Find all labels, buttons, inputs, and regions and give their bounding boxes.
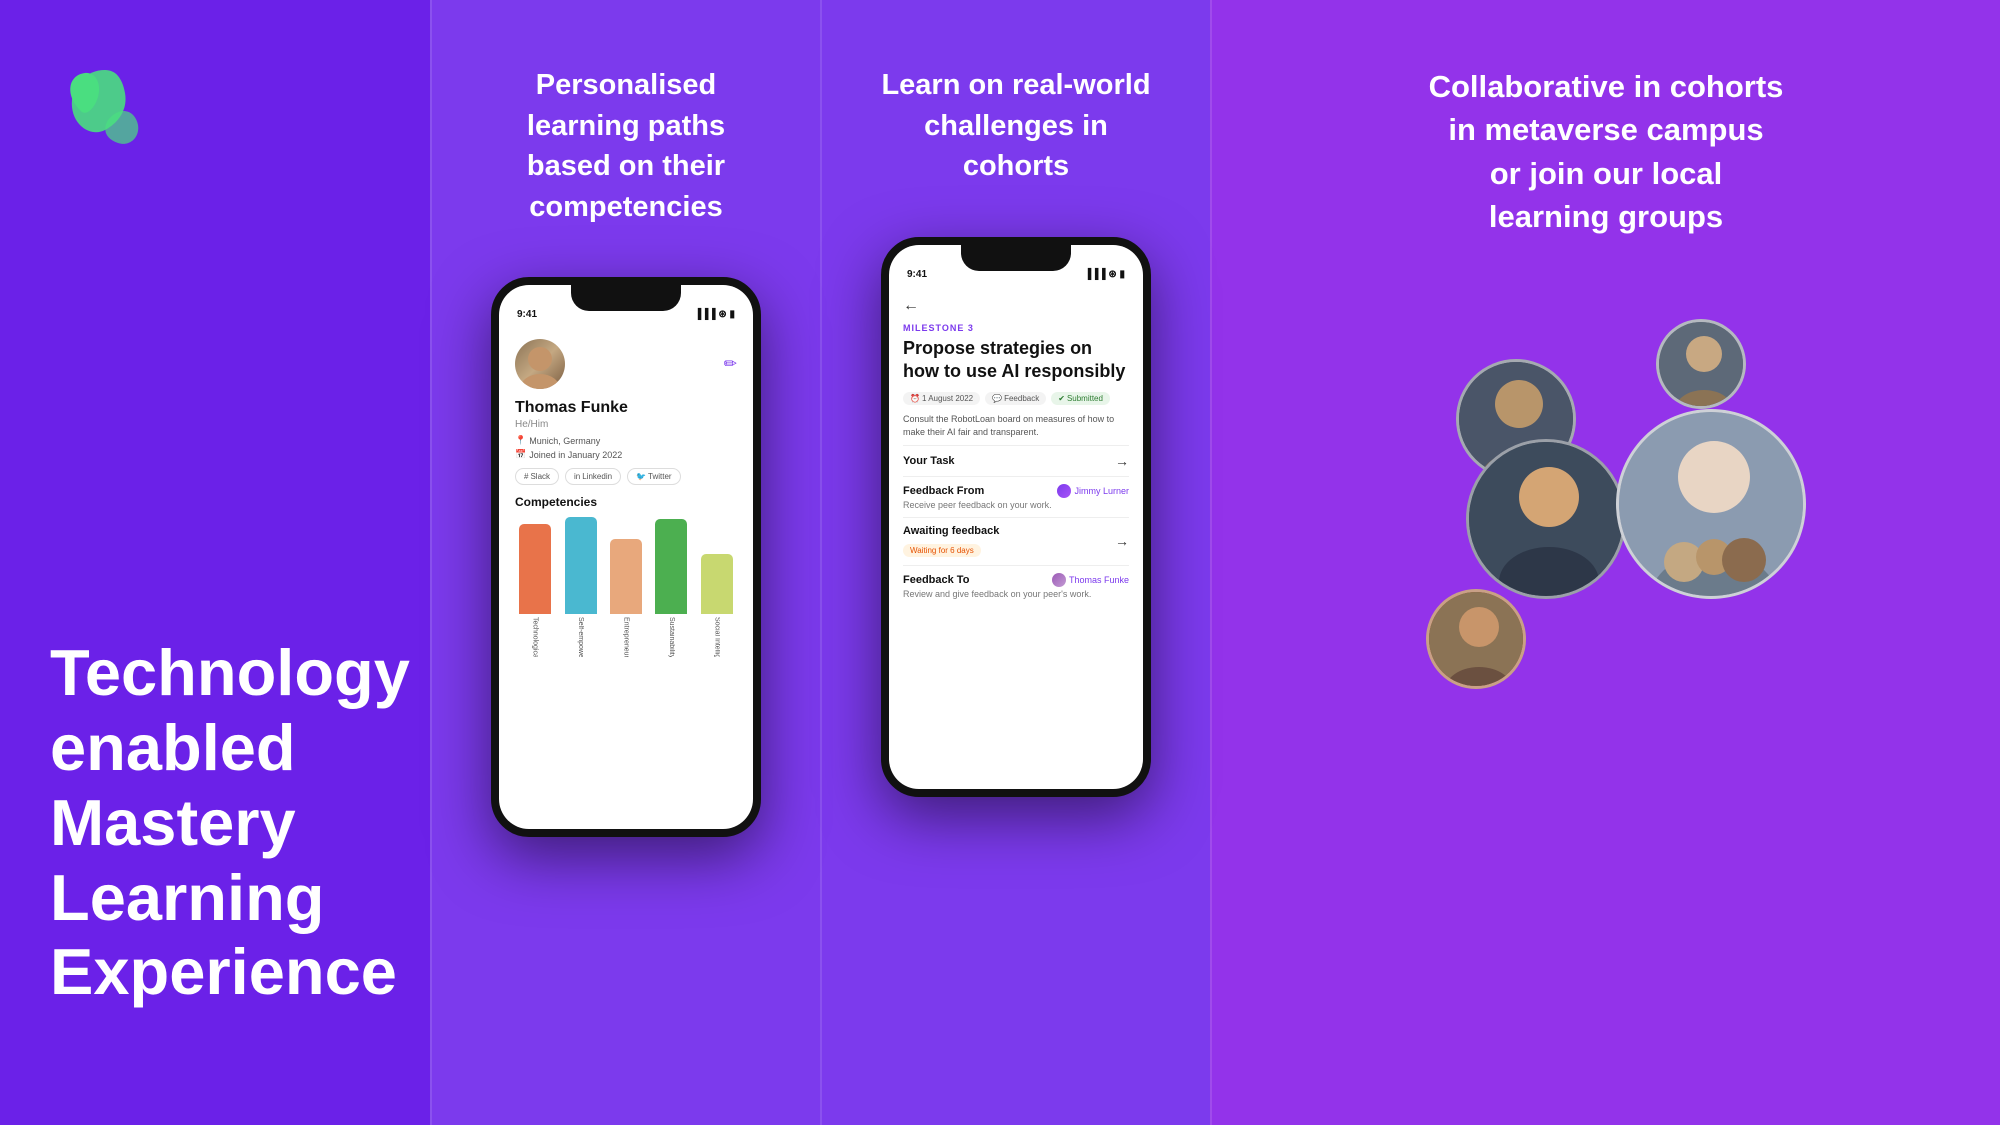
bar-self: Self-empowerment (560, 517, 600, 657)
bar-sustain: Sustainability Thinking (651, 517, 691, 657)
logo-icon (50, 55, 160, 165)
back-arrow[interactable]: ← (903, 297, 1129, 315)
person-avatar-4 (1619, 412, 1806, 599)
calendar-icon: 📅 (515, 449, 526, 460)
phone-notch-1 (571, 285, 681, 311)
competency-bars: Technological Literacy Self-empowerment … (515, 517, 737, 657)
task-label: Your Task (903, 455, 955, 467)
feedback-to-label: Feedback To (903, 574, 969, 586)
meta-feedback: 💬 Feedback (985, 392, 1046, 405)
feedback-from-desc: Receive peer feedback on your work. (903, 500, 1129, 510)
profile-name: Thomas Funke (515, 399, 737, 417)
awaiting-row[interactable]: Awaiting feedback Waiting for 6 days → (903, 517, 1129, 565)
status-icons-2: ▐▐▐ ⊛ ▮ (1084, 269, 1125, 280)
profile-pronoun: He/Him (515, 419, 737, 430)
milestone-label: MILESTONE 3 (903, 323, 1129, 333)
feedback-to-header: Feedback To Thomas Funke (903, 573, 1129, 587)
col3-header-line2: in metaverse campus (1448, 112, 1763, 147)
clock-icon: ⏰ (910, 394, 920, 403)
twitter-icon: 🐦 (636, 472, 646, 481)
hero-title: Technology enabled Mastery Learning Expe… (50, 636, 380, 1070)
status-icons-1: ▐▐▐ ⊛ ▮ (694, 309, 735, 320)
feedback-avatar (1057, 484, 1071, 498)
phone-mockup-1: 9:41 ▐▐▐ ⊛ ▮ ✏ Thomas Funke He/Him (491, 277, 761, 837)
feedback-to-person: Thomas Funke (1052, 573, 1129, 587)
bar-tech: Technological Literacy (515, 517, 555, 657)
avatar-image (515, 339, 565, 389)
col3-header-line1: Collaborative in cohorts (1429, 69, 1784, 104)
challenge-title: Propose strategies on how to use AI resp… (903, 337, 1129, 384)
title-line4: Learning (50, 861, 324, 934)
col3-header-line4: learning groups (1489, 199, 1723, 234)
competencies-section: Competencies Technological Literacy Self… (515, 495, 737, 657)
phone-screen-1: ✏ Thomas Funke He/Him 📍 Munich, Germany … (499, 325, 753, 829)
feedback-from-label: Feedback From (903, 485, 984, 497)
awaiting-info: Awaiting feedback Waiting for 6 days (903, 525, 999, 558)
awaiting-title: Awaiting feedback (903, 525, 999, 537)
feedback-from-section: Feedback From Jimmy Lurner Receive peer … (903, 476, 1129, 517)
col3-header: Collaborative in cohorts in metaverse ca… (1389, 65, 1824, 239)
person-bubble-4 (1616, 409, 1806, 599)
linkedin-badge[interactable]: in Linkedin (565, 468, 621, 485)
people-cluster (1406, 309, 1806, 709)
competencies-title: Competencies (515, 495, 737, 509)
left-panel: Technology enabled Mastery Learning Expe… (0, 0, 430, 1125)
logo (50, 55, 380, 170)
phone-mockup-2: 9:41 ▐▐▐ ⊛ ▮ ← MILESTONE 3 Propose strat… (881, 237, 1151, 797)
task-arrow: → (1115, 453, 1129, 469)
feedback-from-header: Feedback From Jimmy Lurner (903, 484, 1129, 498)
col3-header-line3: or join our local (1490, 156, 1723, 191)
column-3: Collaborative in cohorts in metaverse ca… (1210, 0, 2000, 1125)
slack-icon: # (524, 472, 528, 481)
person-bubble-1 (1656, 319, 1746, 409)
social-links: # Slack in Linkedin 🐦 Twitter (515, 468, 737, 485)
linkedin-icon: in (574, 472, 580, 481)
feedback-to-desc: Review and give feedback on your peer's … (903, 589, 1129, 599)
col2-header: Learn on real-world challenges in cohort… (846, 65, 1186, 187)
profile-header: ✏ (515, 339, 737, 389)
twitter-badge[interactable]: 🐦 Twitter (627, 468, 681, 485)
column-1: Personalised learning paths based on the… (430, 0, 820, 1125)
status-time-2: 9:41 (907, 269, 927, 280)
slack-badge[interactable]: # Slack (515, 468, 559, 485)
phone-notch-2 (961, 245, 1071, 271)
title-line3: Mastery (50, 786, 296, 859)
awaiting-arrow: → (1115, 533, 1129, 549)
phone-screen-2: ← MILESTONE 3 Propose strategies on how … (889, 285, 1143, 789)
meta-submitted: ✔ Submitted (1051, 392, 1110, 405)
feedback-to-section: Feedback To Thomas Funke Review and give… (903, 565, 1129, 606)
person-avatar-5 (1429, 592, 1526, 689)
feedback-to-avatar (1052, 573, 1066, 587)
person-bubble-3 (1466, 439, 1626, 599)
feedback-person: Jimmy Lurner (1057, 484, 1129, 498)
title-line2: enabled (50, 711, 296, 784)
avatar (515, 339, 565, 389)
feedback-to-name: Thomas Funke (1069, 575, 1129, 585)
profile-joined: 📅 Joined in January 2022 (515, 449, 737, 460)
person-avatar-1 (1659, 322, 1746, 409)
challenge-desc: Consult the RobotLoan board on measures … (903, 413, 1129, 439)
waiting-badge: Waiting for 6 days (903, 544, 981, 557)
check-icon: ✔ (1058, 394, 1065, 403)
feedback-person-name: Jimmy Lurner (1074, 486, 1129, 496)
status-time-1: 9:41 (517, 309, 537, 320)
your-task-row[interactable]: Your Task → (903, 445, 1129, 476)
bar-social: Social Intelligence (697, 517, 737, 657)
edit-icon[interactable]: ✏ (724, 354, 737, 374)
title-line5: Experience (50, 935, 397, 1008)
title-line1: Technology (50, 636, 410, 709)
col1-header: Personalised learning paths based on the… (456, 65, 796, 227)
meta-date: ⏰ 1 August 2022 (903, 392, 980, 405)
location-icon: 📍 (515, 435, 526, 446)
person-bubble-5 (1426, 589, 1526, 689)
person-avatar-3 (1469, 442, 1626, 599)
main-page: Technology enabled Mastery Learning Expe… (0, 0, 2000, 1125)
column-2: Learn on real-world challenges in cohort… (820, 0, 1210, 1125)
feedback-icon: 💬 (992, 394, 1002, 403)
challenge-meta: ⏰ 1 August 2022 💬 Feedback ✔ Submitted (903, 392, 1129, 405)
bar-entre: Entrepreneurial Spirit (606, 517, 646, 657)
profile-location: 📍 Munich, Germany (515, 435, 737, 446)
